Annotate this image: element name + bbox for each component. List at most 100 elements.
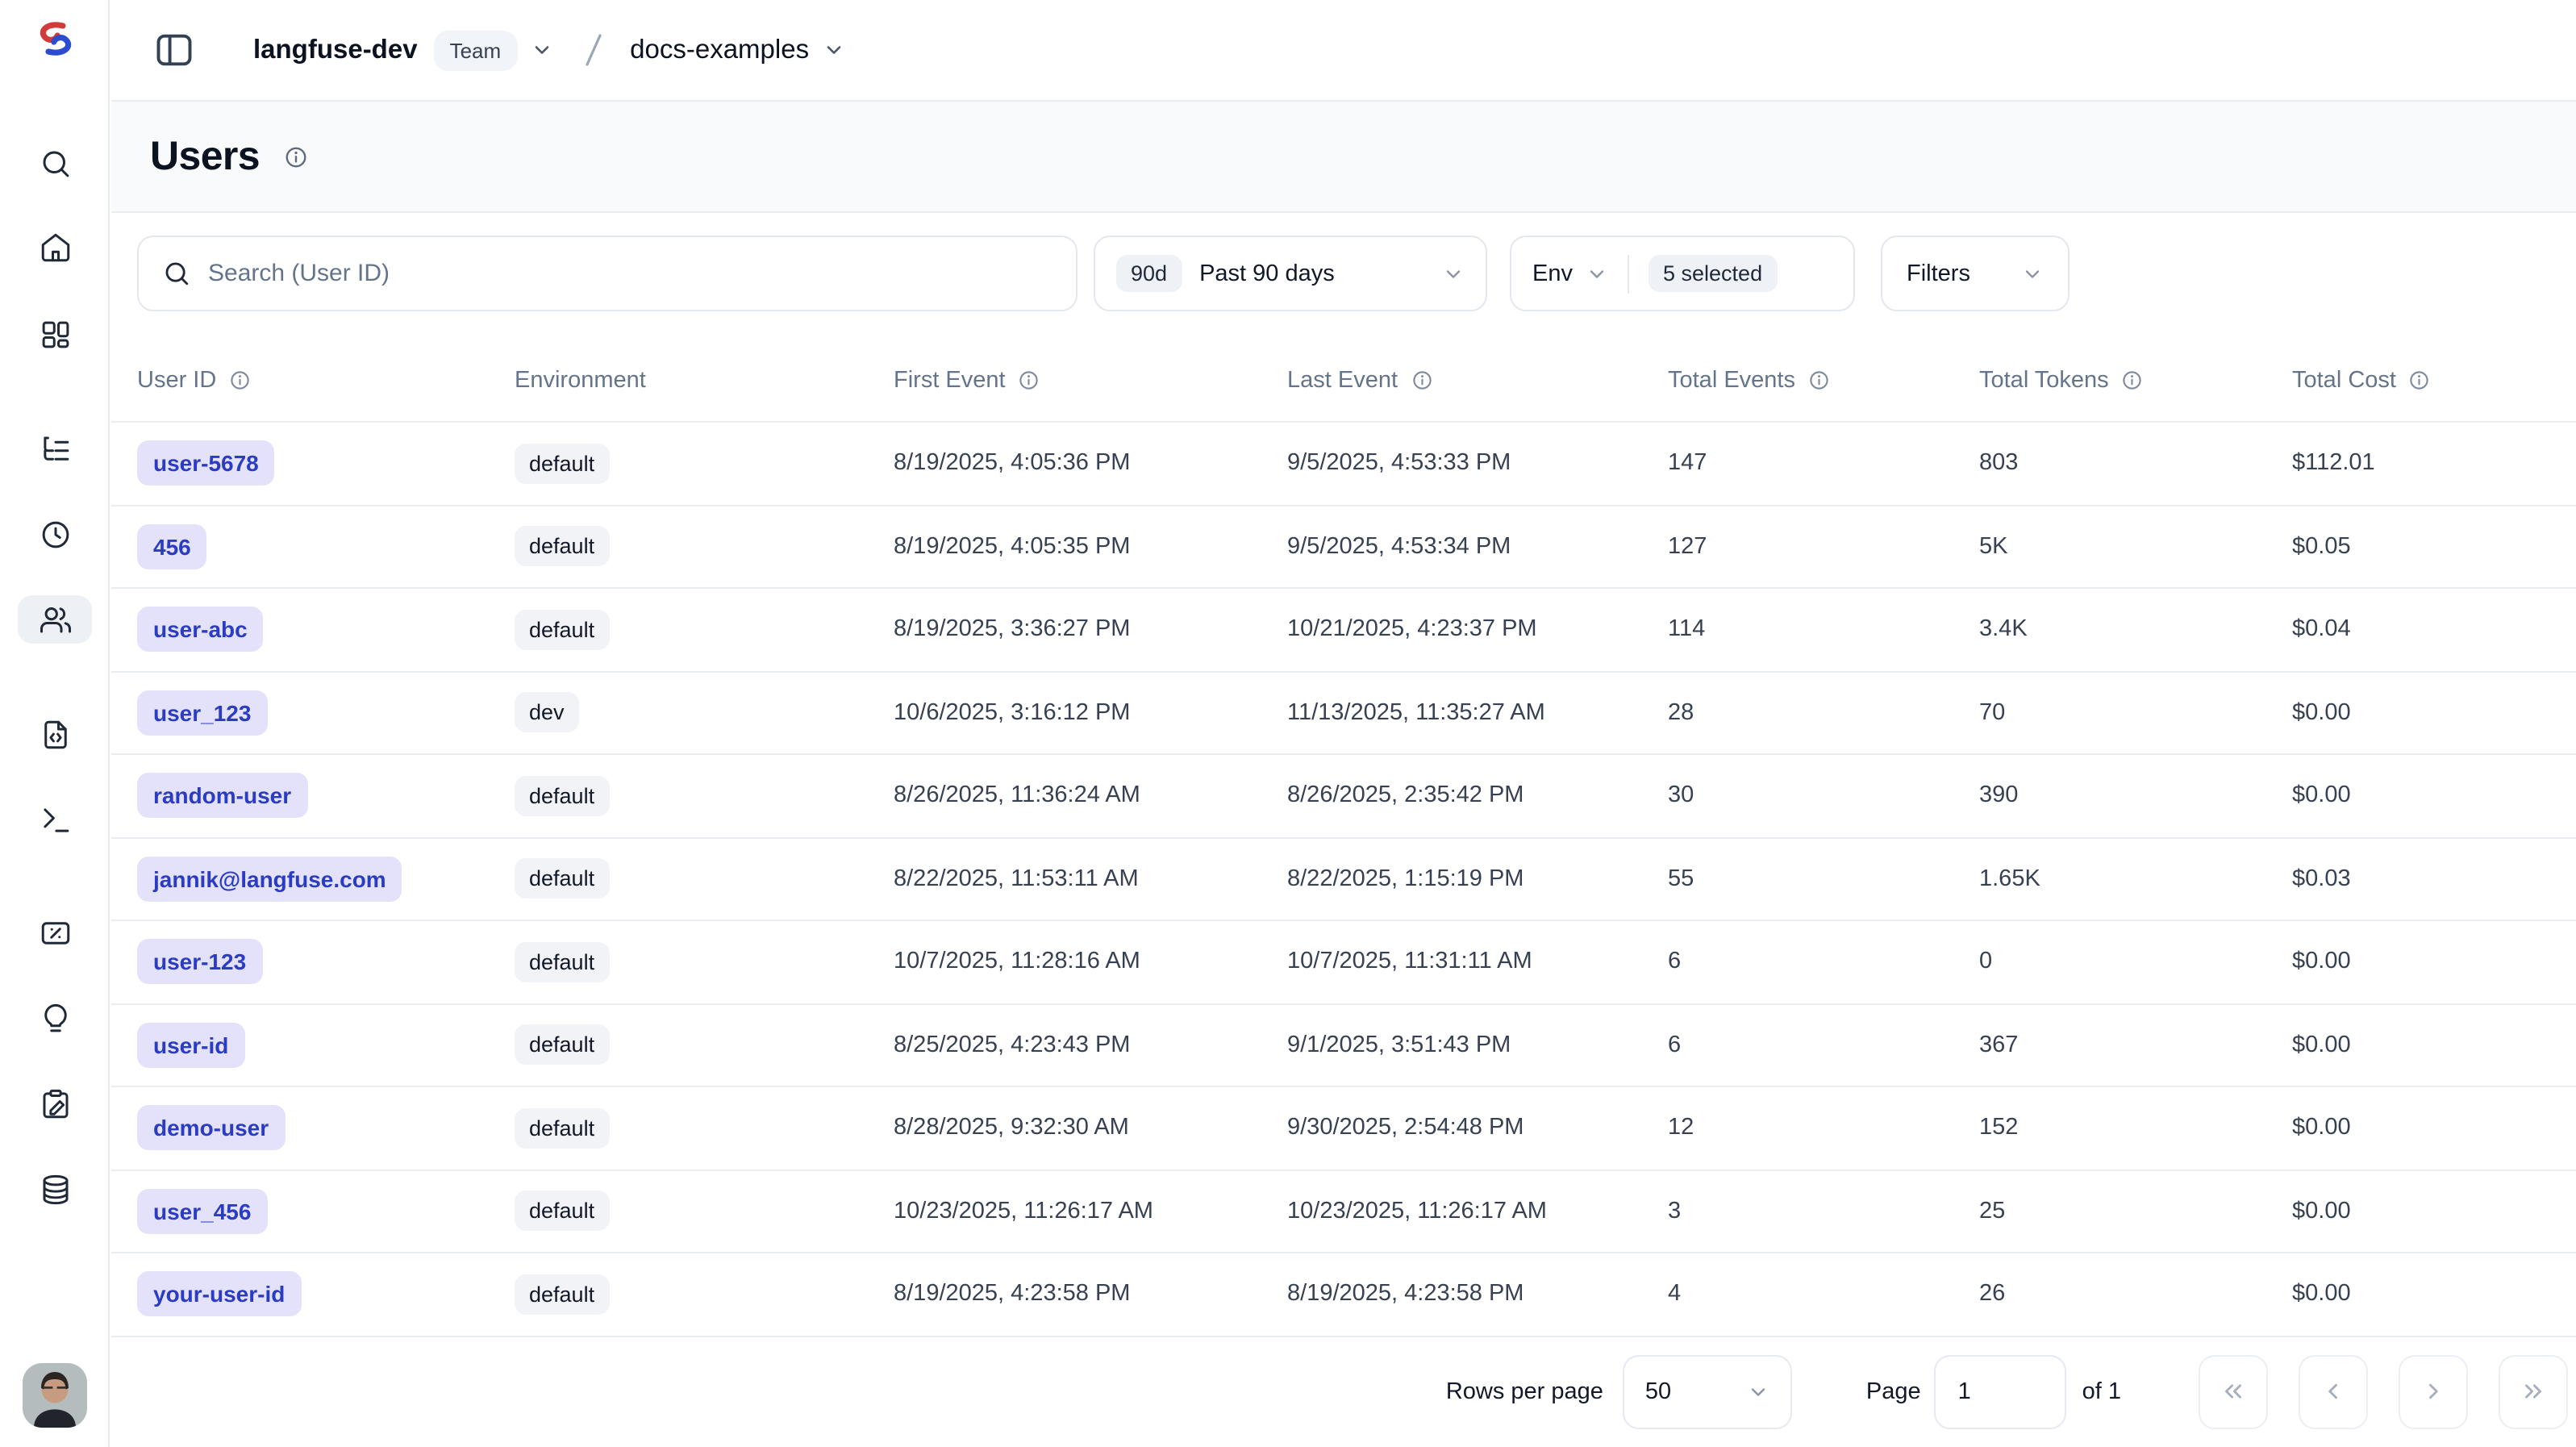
user-id-link[interactable]: random-user: [137, 774, 307, 819]
total-events-cell: 3: [1668, 1199, 1979, 1224]
environment-badge: default: [515, 776, 609, 816]
first-event-cell: 8/22/2025, 11:53:11 AM: [894, 866, 1287, 892]
org-switcher-button[interactable]: [530, 39, 552, 61]
langfuse-logo-icon[interactable]: [34, 19, 77, 58]
page-number-input[interactable]: [1934, 1354, 2066, 1428]
dashboard-grid-icon: [38, 317, 72, 351]
sidebar-item-search[interactable]: [18, 139, 92, 187]
last-page-button[interactable]: [2499, 1354, 2568, 1428]
sidebar-item-evaluation[interactable]: [18, 908, 92, 957]
env-selected-chip: 5 selected: [1649, 255, 1777, 292]
table-row: user_123dev10/6/2025, 3:16:12 PM11/13/20…: [111, 672, 2576, 755]
filters-button[interactable]: Filters: [1881, 236, 2070, 311]
project-switcher-button[interactable]: [822, 39, 844, 61]
column-info-icon[interactable]: [229, 369, 251, 391]
last-event-cell: 9/1/2025, 3:51:43 PM: [1287, 1032, 1668, 1058]
column-header-environment[interactable]: Environment: [515, 367, 894, 393]
sidebar-item-sessions[interactable]: [18, 510, 92, 558]
list-tree-icon: [38, 432, 72, 465]
rows-per-page-value: 50: [1645, 1378, 1671, 1404]
total-tokens-cell: 25: [1979, 1199, 2292, 1224]
user-id-link[interactable]: user-5678: [137, 441, 275, 486]
total-cost-cell: $0.00: [2292, 1115, 2576, 1141]
user-avatar[interactable]: [23, 1363, 87, 1428]
sidebar-item-users[interactable]: [18, 595, 92, 644]
total-tokens-cell: 26: [1979, 1282, 2292, 1307]
page-title-info-icon[interactable]: [284, 144, 308, 169]
table-row: demo-userdefault8/28/2025, 9:32:30 AM9/3…: [111, 1087, 2576, 1170]
search-input[interactable]: [208, 260, 1052, 287]
user-id-link[interactable]: your-user-id: [137, 1272, 301, 1317]
rows-per-page-select[interactable]: 50: [1623, 1354, 1792, 1428]
column-header-total_tokens[interactable]: Total Tokens: [1979, 367, 2292, 393]
user-id-link[interactable]: user-id: [137, 1023, 244, 1068]
column-header-label: Total Cost: [2292, 367, 2396, 393]
sidebar-item-dashboards[interactable]: [18, 310, 92, 358]
app-window: langfuse-dev Team docs-examples Users: [0, 0, 2576, 1447]
first-event-cell: 8/19/2025, 3:36:27 PM: [894, 617, 1287, 643]
percent-card-icon: [38, 915, 72, 949]
column-header-label: Total Events: [1668, 367, 1795, 393]
environment-badge: default: [515, 527, 609, 567]
total-events-cell: 6: [1668, 1032, 1979, 1058]
user-id-link[interactable]: user-123: [137, 940, 262, 985]
total-cost-cell: $0.04: [2292, 617, 2576, 643]
rows-per-page-label: Rows per page: [1446, 1378, 1603, 1404]
last-event-cell: 10/21/2025, 4:23:37 PM: [1287, 617, 1668, 643]
column-info-icon[interactable]: [2122, 369, 2144, 391]
sidebar-item-playground[interactable]: [18, 795, 92, 844]
previous-page-button[interactable]: [2299, 1354, 2368, 1428]
sidebar-item-insights[interactable]: [18, 994, 92, 1042]
column-header-total_cost[interactable]: Total Cost: [2292, 367, 2576, 393]
org-name[interactable]: langfuse-dev: [253, 35, 418, 65]
environment-badge: default: [515, 1108, 609, 1149]
sidebar-toggle-button[interactable]: [153, 29, 195, 71]
table-row: jannik@langfuse.comdefault8/22/2025, 11:…: [111, 838, 2576, 921]
total-tokens-cell: 5K: [1979, 534, 2292, 560]
column-header-user_id[interactable]: User ID: [137, 367, 515, 393]
column-info-icon[interactable]: [1411, 369, 1432, 391]
chevron-down-icon: [1586, 262, 1608, 285]
user-id-link[interactable]: user-abc: [137, 607, 264, 653]
column-info-icon[interactable]: [1808, 369, 1830, 391]
breadcrumb: langfuse-dev Team docs-examples: [253, 30, 844, 70]
next-page-button[interactable]: [2399, 1354, 2468, 1428]
project-name[interactable]: docs-examples: [630, 35, 809, 65]
column-info-icon[interactable]: [1019, 369, 1040, 391]
chevrons-right-icon: [2520, 1378, 2547, 1405]
sidebar-item-home[interactable]: [18, 223, 92, 271]
user-id-link[interactable]: demo-user: [137, 1106, 285, 1151]
last-event-cell: 11/13/2025, 11:35:27 AM: [1287, 700, 1668, 726]
column-header-total_events[interactable]: Total Events: [1668, 367, 1979, 393]
column-header-label: Total Tokens: [1979, 367, 2109, 393]
column-info-icon[interactable]: [2409, 369, 2431, 391]
chevron-down-icon: [1442, 262, 1465, 285]
total-cost-cell: $0.05: [2292, 534, 2576, 560]
user-id-link[interactable]: user_456: [137, 1189, 267, 1234]
first-page-button[interactable]: [2199, 1354, 2268, 1428]
first-event-cell: 8/19/2025, 4:05:35 PM: [894, 534, 1287, 560]
user-id-link[interactable]: jannik@langfuse.com: [137, 857, 402, 902]
environment-filter-button[interactable]: Env 5 selected: [1510, 236, 1855, 311]
last-event-cell: 10/23/2025, 11:26:17 AM: [1287, 1199, 1668, 1224]
top-bar: langfuse-dev Team docs-examples: [111, 0, 2576, 102]
column-header-last_event[interactable]: Last Event: [1287, 367, 1668, 393]
environment-badge: default: [515, 1274, 609, 1315]
column-header-first_event[interactable]: First Event: [894, 367, 1287, 393]
chevron-down-icon: [2021, 262, 2044, 285]
user-id-link[interactable]: user_123: [137, 690, 267, 736]
environment-badge: default: [515, 1025, 609, 1065]
sidebar-item-datasets[interactable]: [18, 1165, 92, 1213]
total-tokens-cell: 152: [1979, 1115, 2292, 1141]
sidebar-item-tracing[interactable]: [18, 424, 92, 473]
search-box: [137, 236, 1078, 311]
user-id-link[interactable]: 456: [137, 524, 207, 569]
date-range-button[interactable]: 90d Past 90 days: [1094, 236, 1487, 311]
total-events-cell: 147: [1668, 451, 1979, 477]
first-event-cell: 8/26/2025, 11:36:24 AM: [894, 783, 1287, 809]
table-row: user-abcdefault8/19/2025, 3:36:27 PM10/2…: [111, 589, 2576, 672]
sidebar-item-prompts[interactable]: [18, 710, 92, 758]
sidebar-item-annotation[interactable]: [18, 1079, 92, 1128]
total-tokens-cell: 70: [1979, 700, 2292, 726]
home-icon: [38, 230, 72, 264]
